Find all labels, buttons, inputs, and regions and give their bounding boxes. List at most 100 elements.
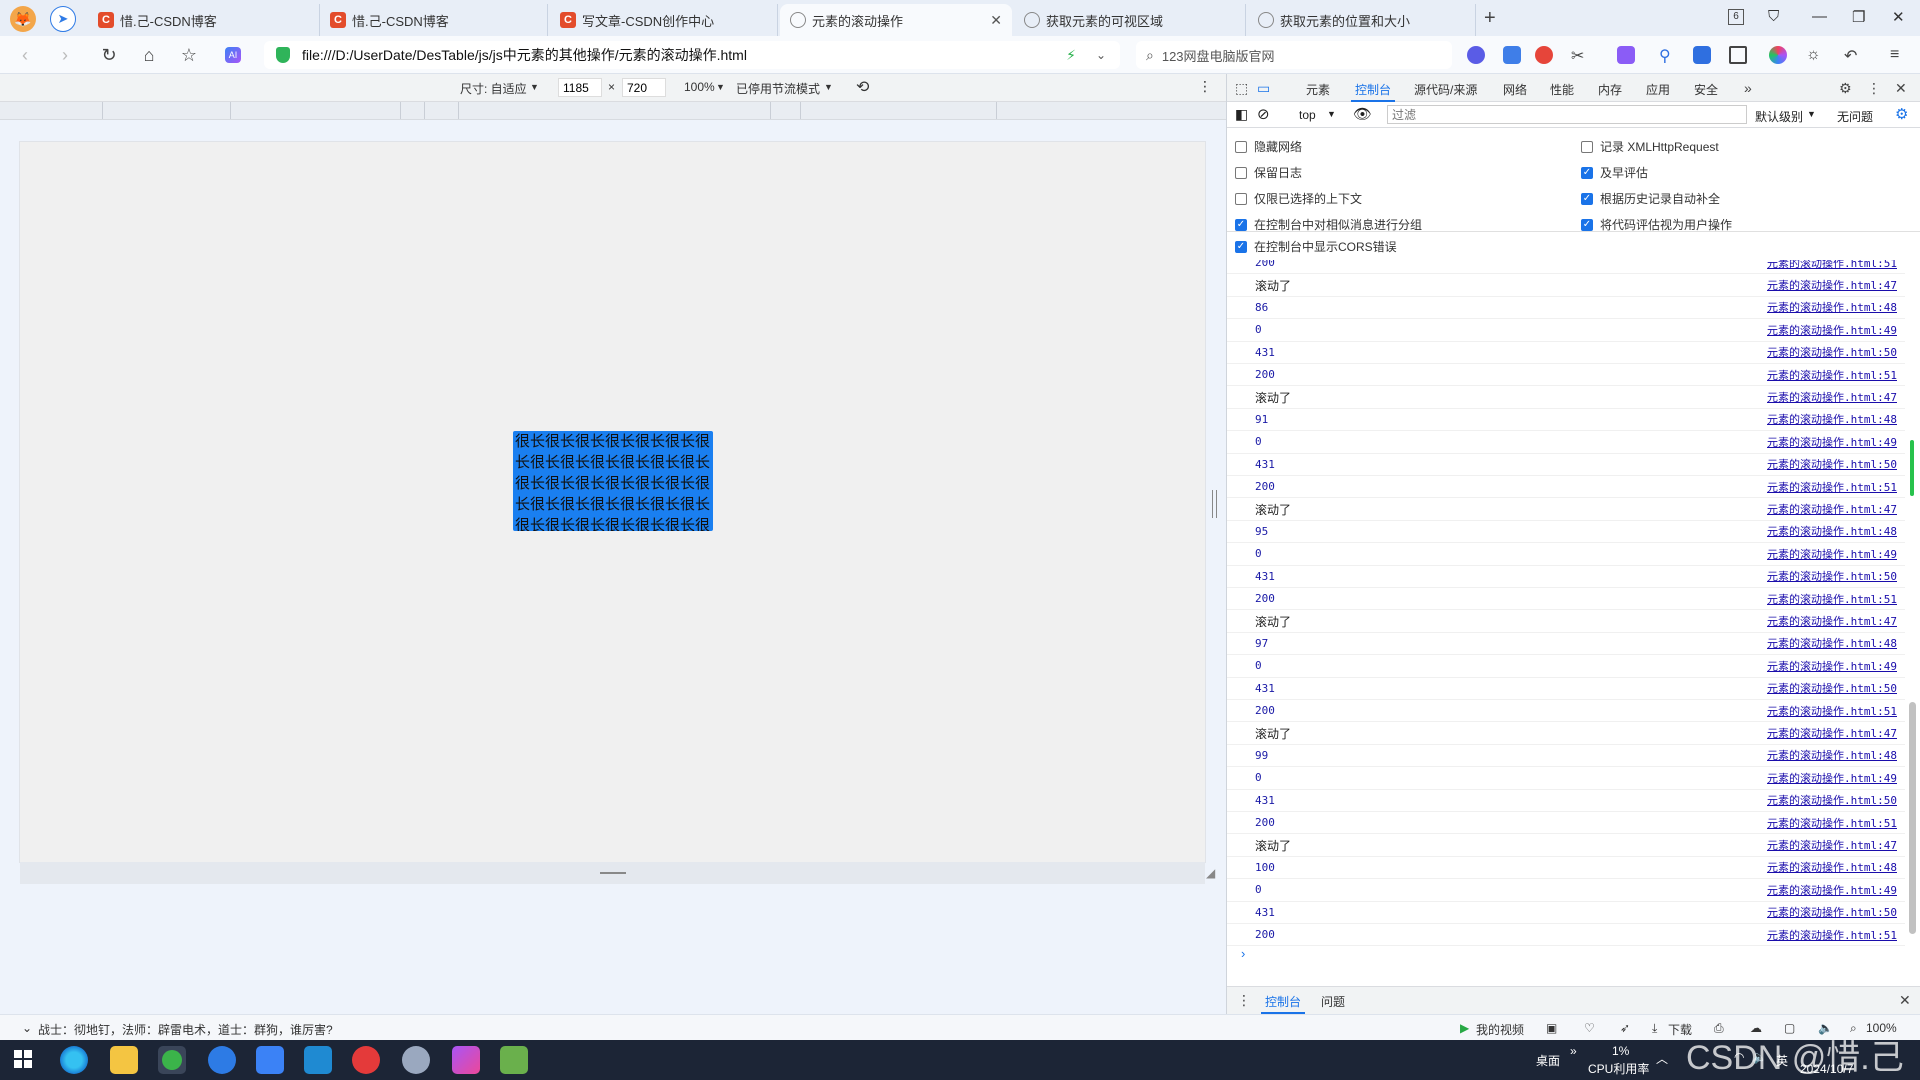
setting-selected-context-only[interactable]: 仅限已选择的上下文 xyxy=(1235,190,1362,207)
device-toggle-icon[interactable]: ▭ xyxy=(1257,80,1270,97)
console-source-link[interactable]: 元素的滚动操作.html:50 xyxy=(1767,456,1897,472)
close-tab-icon[interactable]: ✕ xyxy=(990,12,1002,29)
checkbox[interactable] xyxy=(1235,140,1247,153)
console-source-link[interactable]: 元素的滚动操作.html:48 xyxy=(1767,299,1897,315)
color-wheel-icon[interactable] xyxy=(1769,46,1787,64)
sidebar-toggle-icon[interactable]: ◧ xyxy=(1235,106,1248,123)
console-source-link[interactable]: 元素的滚动操作.html:47 xyxy=(1767,277,1897,293)
download-icon[interactable]: ⤓ xyxy=(1652,1021,1657,1036)
tab-elements[interactable]: 元素 xyxy=(1306,81,1330,98)
navigation-arrow-icon[interactable]: ➤ xyxy=(50,6,76,32)
console-source-link[interactable]: 元素的滚动操作.html:51 xyxy=(1767,703,1897,719)
new-tab-button[interactable]: + xyxy=(1484,7,1496,30)
console-source-link[interactable]: 元素的滚动操作.html:47 xyxy=(1767,613,1897,629)
clear-console-icon[interactable]: ⊘ xyxy=(1257,105,1270,123)
setting-autocomplete[interactable]: ✓ 根据历史记录自动补全 xyxy=(1581,190,1720,207)
translate-icon[interactable] xyxy=(1617,46,1635,64)
console-source-link[interactable]: 元素的滚动操作.html:47 xyxy=(1767,837,1897,853)
tab-console[interactable]: 控制台 xyxy=(1350,81,1396,102)
console-source-link[interactable]: 元素的滚动操作.html:50 xyxy=(1767,680,1897,696)
reload-button[interactable]: ↻ xyxy=(96,43,122,67)
mail-icon[interactable] xyxy=(1503,46,1521,64)
pin-icon[interactable]: ⛉ xyxy=(1768,8,1779,25)
live-expression-eye-icon[interactable]: 👁 xyxy=(1353,105,1372,123)
tab-network[interactable]: 网络 xyxy=(1503,81,1527,98)
my-video-link[interactable]: 我的视频 xyxy=(1476,1021,1524,1038)
console-scrollbar[interactable] xyxy=(1907,260,1917,968)
forward-button[interactable]: › xyxy=(52,43,78,67)
tab-performance[interactable]: 性能 xyxy=(1550,81,1574,98)
checkbox-checked[interactable]: ✓ xyxy=(1581,218,1593,231)
edge-icon[interactable] xyxy=(60,1046,88,1074)
chevron-down-icon[interactable]: ⌄ xyxy=(1096,48,1106,62)
console-source-link[interactable]: 元素的滚动操作.html:49 xyxy=(1767,882,1897,898)
context-select[interactable]: top xyxy=(1299,108,1316,122)
favorite-star-button[interactable]: ☆ xyxy=(176,43,202,67)
checkbox-checked[interactable]: ✓ xyxy=(1235,218,1247,231)
checkbox[interactable] xyxy=(1581,140,1593,153)
undo-icon[interactable]: ↶ xyxy=(1844,46,1862,65)
console-source-link[interactable]: 元素的滚动操作.html:50 xyxy=(1767,792,1897,808)
tab-application[interactable]: 应用 xyxy=(1646,81,1670,98)
home-button[interactable]: ⌂ xyxy=(136,43,162,67)
profile-avatar-icon[interactable]: 🦊 xyxy=(10,6,36,32)
console-source-link[interactable]: 元素的滚动操作.html:51 xyxy=(1767,479,1897,495)
issues-status[interactable]: 无问题 xyxy=(1837,108,1873,125)
ai-assistant-icon[interactable]: AI xyxy=(220,43,246,67)
vscode-icon[interactable] xyxy=(304,1046,332,1074)
back-button[interactable]: ‹ xyxy=(12,43,38,67)
browser-360-icon[interactable] xyxy=(158,1046,186,1074)
chevron-down-icon[interactable]: ⌄ xyxy=(22,1021,32,1035)
resize-corner-icon[interactable]: ◢ xyxy=(1206,866,1215,880)
checkbox[interactable] xyxy=(1235,166,1247,179)
more-tabs-icon[interactable]: » xyxy=(1744,80,1752,96)
windows-start-icon[interactable] xyxy=(14,1050,32,1068)
minimize-button[interactable]: — xyxy=(1812,8,1827,25)
screenshot-icon[interactable]: ▣ xyxy=(1546,1021,1557,1035)
log-levels-select[interactable]: 默认级别 xyxy=(1755,108,1803,125)
console-source-link[interactable]: 元素的滚动操作.html:48 xyxy=(1767,747,1897,763)
checkbox-checked[interactable]: ✓ xyxy=(1581,166,1593,179)
console-source-link[interactable]: 元素的滚动操作.html:51 xyxy=(1767,815,1897,831)
search-input[interactable]: ⌕ 123网盘电脑版官网 xyxy=(1136,41,1452,69)
throttle-select[interactable]: 已停用节流模式 xyxy=(736,80,820,97)
console-source-link[interactable]: 元素的滚动操作.html:49 xyxy=(1767,658,1897,674)
zoom-select[interactable]: 100% xyxy=(684,80,715,94)
setting-log-xhr[interactable]: 记录 XMLHttpRequest xyxy=(1581,138,1719,155)
console-source-link[interactable]: 元素的滚动操作.html:51 xyxy=(1767,927,1897,943)
checkbox-checked[interactable]: ✓ xyxy=(1235,240,1247,253)
more-options-icon[interactable]: ⋮ xyxy=(1198,78,1212,95)
console-settings-gear-icon[interactable]: ⚙ xyxy=(1895,105,1908,123)
tab-2[interactable]: C 惜.己-CSDN博客 xyxy=(320,4,548,36)
feishu-icon[interactable] xyxy=(256,1046,284,1074)
file-explorer-icon[interactable] xyxy=(110,1046,138,1074)
apps-grid-icon[interactable] xyxy=(1729,46,1747,64)
video-icon[interactable]: ▶ xyxy=(1460,1021,1469,1035)
kebab-menu-icon[interactable]: ⋮ xyxy=(1867,80,1881,97)
console-source-link[interactable]: 元素的滚动操作.html:49 xyxy=(1767,770,1897,786)
console-source-link[interactable]: 元素的滚动操作.html:49 xyxy=(1767,322,1897,338)
heart-icon[interactable]: ♡ xyxy=(1584,1021,1595,1035)
setting-user-gesture[interactable]: ✓ 将代码评估视为用户操作 xyxy=(1581,216,1732,233)
viewport-resize-handle-right[interactable] xyxy=(1212,490,1217,518)
console-source-link[interactable]: 元素的滚动操作.html:48 xyxy=(1767,635,1897,651)
speed-mode-icon[interactable]: ⚡ xyxy=(1066,47,1076,64)
gear-icon[interactable]: ⚙ xyxy=(1839,80,1852,97)
menu-icon[interactable]: ≡ xyxy=(1890,46,1908,64)
brightness-icon[interactable]: ☼ xyxy=(1806,46,1824,64)
magnifier-tool-icon[interactable]: ⚲ xyxy=(1659,46,1677,65)
desktop-label[interactable]: 桌面 xyxy=(1536,1052,1560,1069)
console-filter-input[interactable] xyxy=(1387,105,1747,124)
scrollbar-thumb[interactable] xyxy=(1909,702,1916,934)
weibo-icon[interactable] xyxy=(1535,46,1553,64)
tab-memory[interactable]: 内存 xyxy=(1598,81,1622,98)
console-prompt-icon[interactable]: › xyxy=(1241,946,1245,961)
tab-sources[interactable]: 源代码/来源 xyxy=(1414,81,1477,98)
scissors-icon[interactable]: ✂ xyxy=(1571,46,1589,65)
media-query-ruler[interactable] xyxy=(0,102,1226,120)
viewport-width-input[interactable] xyxy=(558,78,602,97)
dimensions-select[interactable]: 尺寸: 自适应 xyxy=(460,80,527,97)
paint-icon[interactable] xyxy=(402,1046,430,1074)
tab-5[interactable]: 获取元素的可视区域 xyxy=(1014,4,1246,36)
inspect-element-icon[interactable]: ⬚ xyxy=(1235,80,1248,97)
